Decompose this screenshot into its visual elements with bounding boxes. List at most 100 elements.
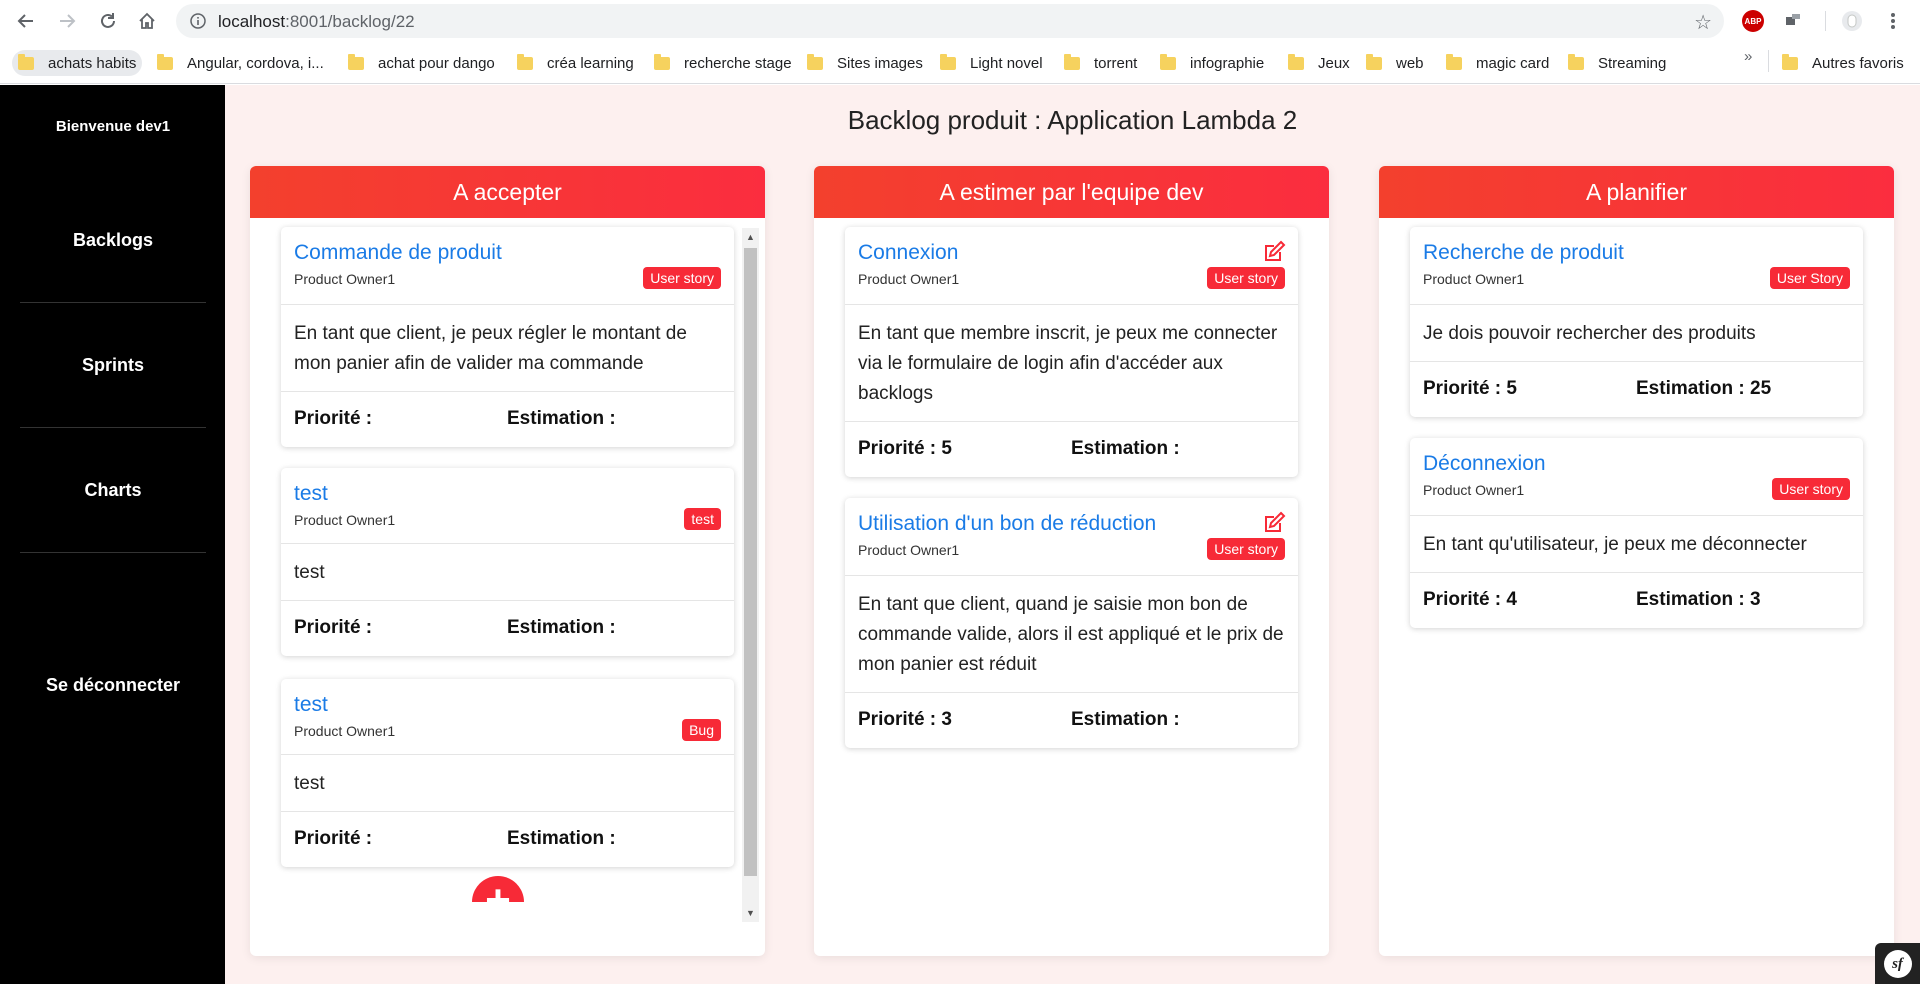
url-text: localhost:8001/backlog/22 xyxy=(218,12,415,31)
bookmark-folder[interactable]: achat pour dango xyxy=(348,50,495,76)
card-owner: Product Owner1 xyxy=(858,542,960,558)
bookmarks-overflow-chevron[interactable]: » xyxy=(1744,48,1752,65)
sidebar-item-sprints[interactable]: Sprints xyxy=(20,355,206,376)
backlog-card[interactable]: Déconnexion Product Owner1 User story En… xyxy=(1410,438,1863,628)
reload-icon[interactable] xyxy=(94,7,122,35)
card-owner: Product Owner1 xyxy=(294,723,396,739)
folder-icon xyxy=(1568,53,1584,70)
adblock-extension-icon[interactable]: ABP xyxy=(1741,9,1765,33)
card-estimation: Estimation : xyxy=(507,617,616,638)
edit-icon[interactable] xyxy=(1262,511,1286,535)
bookmark-folder[interactable]: Light novel xyxy=(940,50,1043,76)
folder-icon xyxy=(654,53,670,70)
backlog-card[interactable]: Recherche de produit Product Owner1 User… xyxy=(1410,227,1863,417)
bookmark-folder[interactable]: Streaming xyxy=(1568,50,1666,76)
backlog-card[interactable]: Utilisation d'un bon de réduction Produc… xyxy=(845,498,1298,748)
sidebar-divider xyxy=(20,427,206,428)
type-badge: User Story xyxy=(1769,267,1850,289)
folder-icon xyxy=(348,53,364,70)
column-a-accepter: A accepter Commande de produit Product O… xyxy=(250,166,765,956)
extension-icon[interactable] xyxy=(1781,9,1805,33)
folder-icon xyxy=(1366,53,1382,70)
edit-icon[interactable] xyxy=(1262,240,1286,264)
forward-icon[interactable] xyxy=(53,7,81,35)
folder-icon xyxy=(1064,53,1080,70)
home-icon[interactable] xyxy=(133,7,161,35)
profile-avatar-icon[interactable] xyxy=(1840,9,1864,33)
type-badge: User story xyxy=(1772,478,1850,500)
bookmark-folder[interactable]: torrent xyxy=(1064,50,1137,76)
bookmarks-bar: achats habits Angular, cordova, i... ach… xyxy=(0,42,1920,84)
sidebar-item-charts[interactable]: Charts xyxy=(20,480,206,501)
column-a-planifier: A planifier Recherche de produit Product… xyxy=(1379,166,1894,956)
address-bar[interactable]: localhost:8001/backlog/22 ☆ xyxy=(176,4,1724,38)
backlog-card[interactable]: test Product Owner1 test test Priorité :… xyxy=(281,468,734,656)
plus-icon: + xyxy=(472,876,524,902)
folder-icon xyxy=(1160,53,1176,70)
bookmark-folder[interactable]: infographie xyxy=(1160,50,1264,76)
welcome-text: Bienvenue dev1 xyxy=(55,118,171,135)
page-title: Backlog produit : Application Lambda 2 xyxy=(847,105,1298,135)
logout-link[interactable]: Se déconnecter xyxy=(20,675,206,696)
folder-icon xyxy=(1782,53,1798,70)
card-description: Je dois pouvoir rechercher des produits xyxy=(1410,305,1863,362)
card-priority: Priorité : 3 xyxy=(858,709,952,730)
other-bookmarks-folder[interactable]: Autres favoris xyxy=(1782,50,1904,76)
menu-kebab-icon[interactable] xyxy=(1881,9,1905,33)
backlog-card[interactable]: Connexion Product Owner1 User story En t… xyxy=(845,227,1298,477)
card-owner: Product Owner1 xyxy=(1423,271,1525,287)
type-badge: User story xyxy=(1207,538,1285,560)
type-badge: User story xyxy=(643,267,721,289)
bookmark-folder[interactable]: Sites images xyxy=(807,50,923,76)
card-title[interactable]: test xyxy=(294,482,328,506)
backlog-card[interactable]: test Product Owner1 Bug test Priorité : … xyxy=(281,679,734,867)
card-title[interactable]: Commande de produit xyxy=(294,241,502,265)
bookmark-folder[interactable]: Angular, cordova, i... xyxy=(157,50,324,76)
bookmark-folder[interactable]: magic card xyxy=(1446,50,1549,76)
add-card-button[interactable]: + xyxy=(472,876,524,902)
column-header: A planifier xyxy=(1379,166,1894,218)
folder-icon xyxy=(517,53,533,70)
folder-icon xyxy=(1446,53,1462,70)
card-description: En tant que client, je peux régler le mo… xyxy=(281,305,734,392)
column-scrollbar[interactable]: ▲ ▼ xyxy=(742,228,759,922)
card-description: En tant qu'utilisateur, je peux me décon… xyxy=(1410,516,1863,573)
sidebar-divider xyxy=(20,552,206,553)
backlog-card[interactable]: Commande de produit Product Owner1 User … xyxy=(281,227,734,447)
card-owner: Product Owner1 xyxy=(1423,482,1525,498)
scroll-up-arrow-icon[interactable]: ▲ xyxy=(742,228,759,246)
scroll-thumb[interactable] xyxy=(744,248,757,876)
bookmark-folder[interactable]: achats habits xyxy=(12,50,143,76)
card-priority: Priorité : 5 xyxy=(858,438,952,459)
card-title[interactable]: Déconnexion xyxy=(1423,452,1546,476)
sidebar-item-backlogs[interactable]: Backlogs xyxy=(20,230,206,251)
card-estimation: Estimation : xyxy=(507,408,616,429)
type-badge: User story xyxy=(1207,267,1285,289)
info-icon[interactable] xyxy=(188,11,208,31)
folder-icon xyxy=(157,53,173,70)
column-a-estimer: A estimer par l'equipe dev Connexion Pro… xyxy=(814,166,1329,956)
folder-icon xyxy=(18,53,34,70)
bookmark-folder[interactable]: créa learning xyxy=(517,50,634,76)
type-badge: test xyxy=(684,508,721,530)
bookmark-star-icon[interactable]: ☆ xyxy=(1694,10,1712,35)
scroll-down-arrow-icon[interactable]: ▼ xyxy=(742,904,759,922)
card-title[interactable]: Recherche de produit xyxy=(1423,241,1624,265)
folder-icon xyxy=(1288,53,1304,70)
column-header: A accepter xyxy=(250,166,765,218)
card-title[interactable]: Utilisation d'un bon de réduction xyxy=(858,512,1156,536)
card-owner: Product Owner1 xyxy=(294,271,396,287)
symfony-toolbar-icon[interactable]: sf xyxy=(1875,943,1920,984)
bookmarks-divider xyxy=(1768,50,1769,72)
card-description: test xyxy=(281,755,734,812)
bookmark-folder[interactable]: recherche stage xyxy=(654,50,792,76)
symfony-logo-icon: sf xyxy=(1883,949,1912,978)
bookmark-folder[interactable]: Jeux xyxy=(1288,50,1350,76)
back-icon[interactable] xyxy=(12,7,40,35)
card-title[interactable]: Connexion xyxy=(858,241,958,265)
card-title[interactable]: test xyxy=(294,693,328,717)
bookmark-folder[interactable]: web xyxy=(1366,50,1424,76)
folder-icon xyxy=(940,53,956,70)
card-owner: Product Owner1 xyxy=(858,271,960,287)
folder-icon xyxy=(807,53,823,70)
